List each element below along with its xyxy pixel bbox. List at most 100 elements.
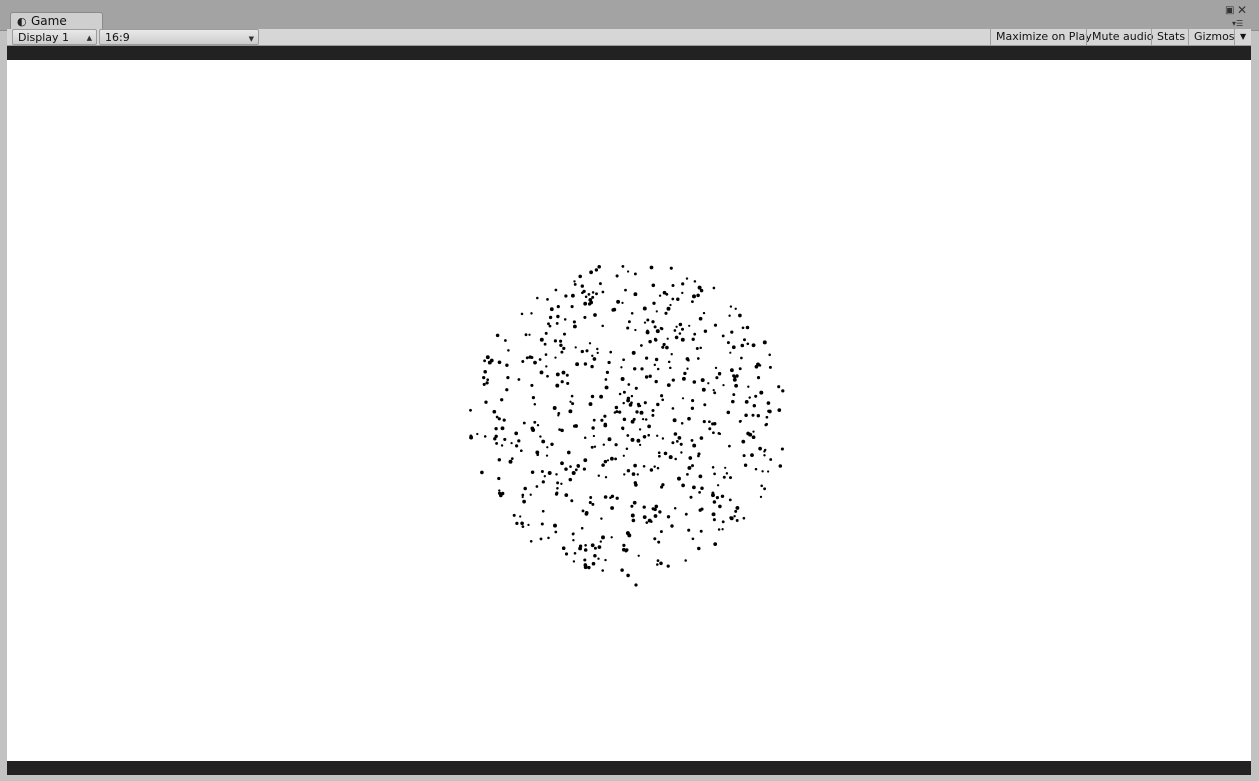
particle: [754, 467, 758, 471]
particle: [752, 404, 756, 408]
particle: [555, 372, 560, 377]
particle: [541, 509, 545, 513]
particle: [718, 372, 722, 376]
particle: [630, 504, 634, 508]
particle: [469, 434, 473, 438]
particle: [539, 435, 542, 438]
gizmos-button[interactable]: Gizmos: [1188, 29, 1240, 45]
particle: [752, 430, 755, 433]
particle: [560, 482, 563, 485]
particle: [485, 381, 489, 385]
mute-audio-button[interactable]: Mute audio: [1086, 29, 1159, 45]
particle: [512, 513, 516, 517]
particle: [622, 401, 625, 405]
particle: [483, 359, 487, 363]
particle: [722, 383, 725, 387]
particle: [547, 536, 550, 540]
particle: [729, 368, 734, 373]
particle: [652, 301, 656, 305]
particle: [686, 473, 689, 476]
particle: [482, 375, 486, 380]
display-select[interactable]: Display 1 ▲▼: [12, 29, 97, 58]
particle: [659, 561, 663, 566]
particle: [571, 471, 576, 475]
particle: [642, 306, 647, 311]
particle: [626, 398, 630, 403]
particle: [712, 518, 716, 522]
particle: [593, 445, 597, 448]
particle: [700, 486, 704, 490]
particle: [584, 295, 588, 299]
particle: [615, 410, 619, 414]
particle: [666, 383, 671, 387]
particle: [745, 325, 750, 330]
particle: [521, 495, 524, 499]
tab-game[interactable]: ◐ Game: [10, 12, 103, 30]
particle: [553, 523, 557, 528]
particle: [533, 420, 537, 424]
particle: [561, 546, 566, 550]
stats-button[interactable]: Stats: [1151, 29, 1190, 45]
particle: [587, 293, 591, 296]
maximize-on-play-button[interactable]: Maximize on Play: [990, 29, 1097, 45]
particle: [560, 428, 564, 433]
particle: [621, 427, 625, 431]
particle: [653, 514, 658, 518]
particle: [763, 454, 766, 457]
particle: [691, 337, 695, 341]
particle: [520, 521, 524, 526]
aspect-ratio-select[interactable]: 16:9 ▼: [99, 29, 259, 45]
particle: [681, 483, 685, 488]
particle: [708, 420, 711, 424]
particle: [605, 370, 610, 375]
particle: [667, 360, 671, 364]
tab-menu-icon[interactable]: ▾☰: [1232, 19, 1243, 29]
particle: [530, 470, 535, 474]
particle: [483, 435, 487, 438]
particle: [583, 558, 587, 562]
particle: [762, 340, 767, 345]
particle: [756, 364, 759, 367]
particle: [583, 458, 588, 463]
particle: [654, 357, 659, 362]
particle: [552, 406, 557, 410]
particle: [520, 312, 524, 316]
particle: [653, 537, 657, 541]
particle: [548, 324, 552, 328]
particle: [780, 447, 784, 451]
particle: [666, 337, 669, 340]
gizmos-dropdown-icon[interactable]: ▼: [1234, 29, 1251, 45]
game-viewport[interactable]: [7, 60, 1251, 761]
particle: [711, 491, 715, 495]
particle: [643, 401, 647, 405]
particle: [729, 305, 733, 308]
particle: [716, 484, 720, 487]
particle: [499, 493, 503, 498]
particle: [765, 422, 769, 426]
particle: [633, 367, 637, 371]
particle: [582, 467, 586, 471]
particle: [633, 292, 638, 297]
particle: [656, 402, 660, 407]
particle: [580, 284, 584, 288]
particle: [494, 427, 498, 431]
particle: [514, 431, 519, 436]
particle: [469, 408, 472, 412]
particle: [523, 486, 527, 491]
particle: [610, 536, 613, 539]
particle: [644, 375, 649, 379]
particle: [717, 528, 721, 531]
particle: [476, 432, 479, 436]
particle: [642, 435, 647, 439]
close-window-icon[interactable]: ✕: [1237, 4, 1247, 16]
particle: [621, 264, 625, 268]
particle: [615, 496, 619, 500]
particle: [661, 437, 665, 440]
particle: [590, 445, 594, 449]
maximize-window-icon[interactable]: ▣: [1225, 6, 1234, 16]
particle: [529, 493, 532, 496]
particle: [581, 509, 585, 513]
particle: [533, 402, 537, 406]
particle: [699, 436, 704, 440]
particle: [601, 569, 605, 572]
